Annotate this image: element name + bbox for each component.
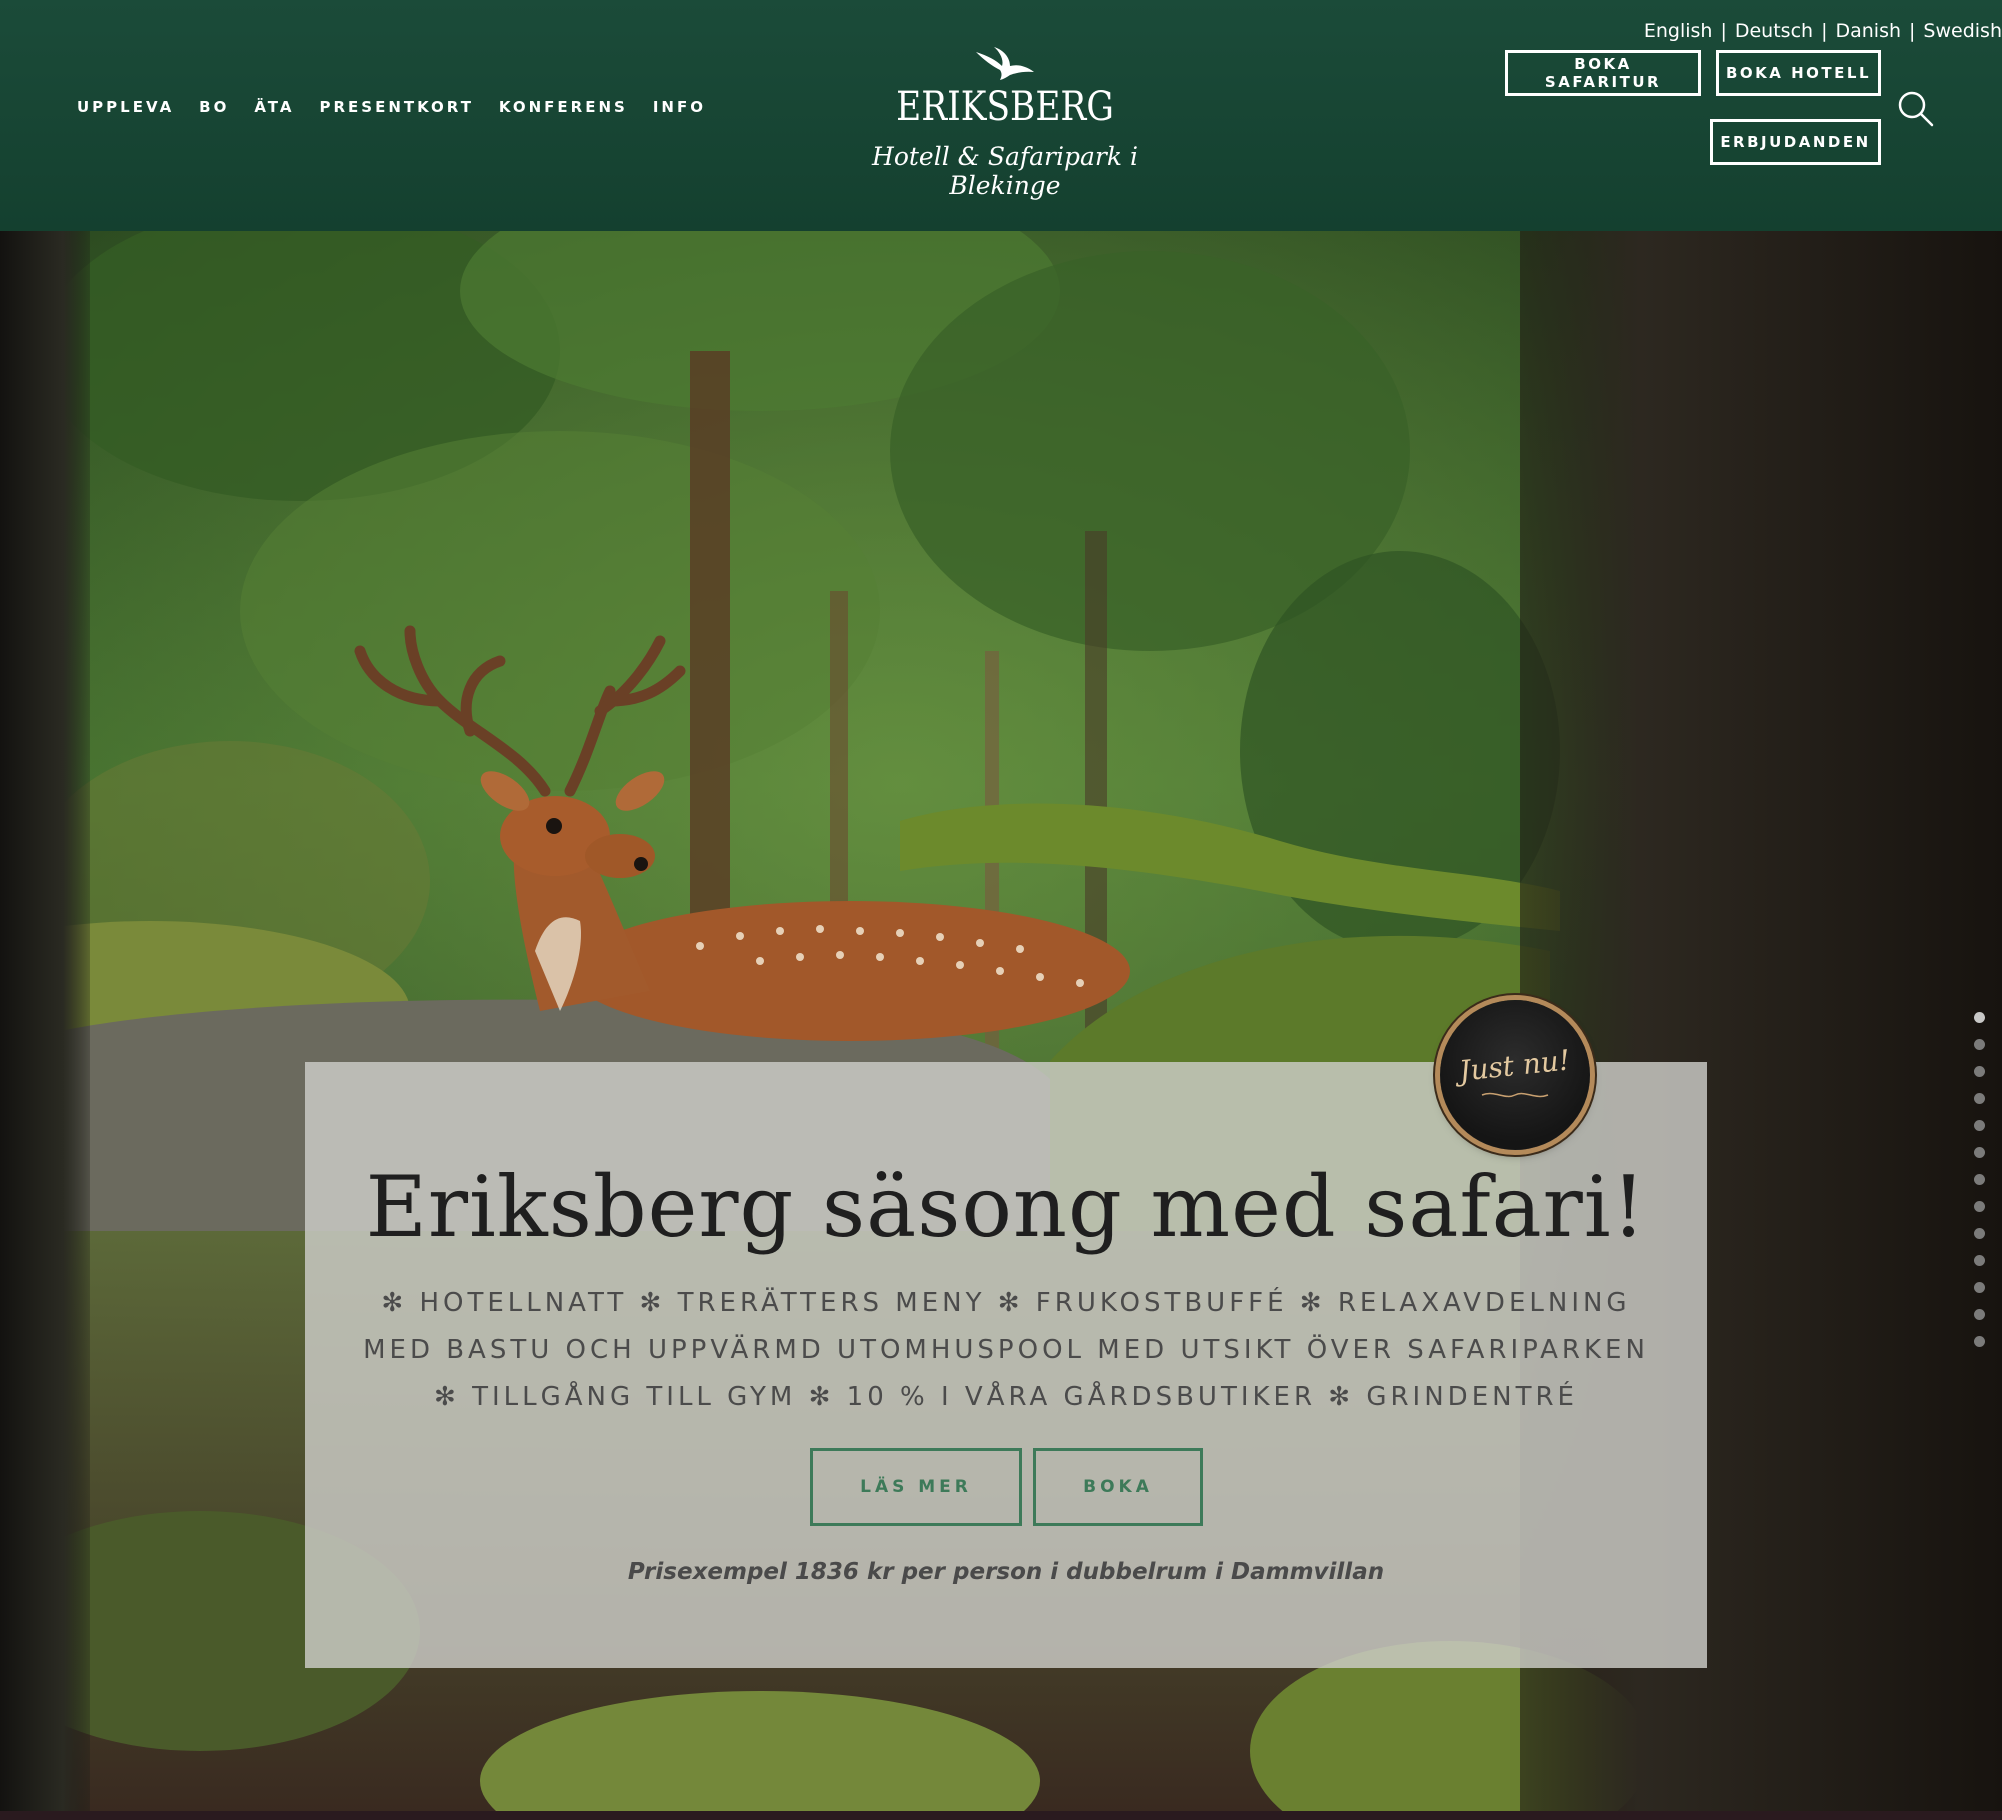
- nav-presentkort[interactable]: PRESENTKORT: [319, 98, 473, 116]
- lang-deutsch[interactable]: Deutsch: [1735, 20, 1813, 42]
- lang-danish[interactable]: Danish: [1835, 20, 1901, 42]
- slide-dot[interactable]: [1974, 1228, 1985, 1239]
- search-icon[interactable]: [1897, 90, 1935, 128]
- read-more-button[interactable]: LÄS MER: [810, 1448, 1022, 1526]
- main-nav: UPPLEVA BO ÄTA PRESENTKORT KONFERENS INF…: [77, 98, 731, 116]
- just-now-badge: Just nu!: [1440, 1000, 1590, 1150]
- nav-ata[interactable]: ÄTA: [254, 98, 294, 116]
- book-safari-button[interactable]: BOKA SAFARITUR: [1505, 50, 1701, 96]
- nav-bo[interactable]: BO: [199, 98, 229, 116]
- offer-features: ✻ HOTELLNATT ✻ TRERÄTTERS MENY ✻ FRUKOST…: [363, 1288, 1649, 1412]
- nav-info[interactable]: INFO: [653, 98, 706, 116]
- price-example: Prisexempel 1836 kr per person i dubbelr…: [627, 1559, 1385, 1585]
- offers-button[interactable]: ERBJUDANDEN: [1710, 119, 1881, 165]
- slide-indicator: [1974, 1012, 1985, 1363]
- slide-dot[interactable]: [1974, 1066, 1985, 1077]
- book-button[interactable]: BOKA: [1033, 1448, 1203, 1526]
- nav-uppleva[interactable]: UPPLEVA: [77, 98, 174, 116]
- slide-dot[interactable]: [1974, 1120, 1985, 1131]
- eagle-icon: [976, 47, 1034, 80]
- lang-swedish[interactable]: Swedish: [1923, 20, 2002, 42]
- slide-dot[interactable]: [1974, 1039, 1985, 1050]
- language-switcher: English | Deutsch | Danish | Swedish: [1643, 20, 2002, 42]
- badge-text: Just nu!: [1458, 1042, 1572, 1088]
- site-logo[interactable]: ERIKSBERG Hotell & Safaripark i Blekinge: [820, 46, 1190, 200]
- slide-dot[interactable]: [1974, 1309, 1985, 1320]
- slide-dot[interactable]: [1974, 1012, 1985, 1023]
- logo-name: ERIKSBERG: [896, 84, 1114, 130]
- lang-english[interactable]: English: [1644, 20, 1713, 42]
- offer-panel: Eriksberg säsong med safari! ✻ HOTELLNAT…: [305, 1062, 1707, 1668]
- book-hotel-button[interactable]: BOKA HOTELL: [1716, 50, 1881, 96]
- site-header: English | Deutsch | Danish | Swedish UPPLEVA B…: [0, 0, 2002, 231]
- slide-dot[interactable]: [1974, 1147, 1985, 1158]
- slide-dot[interactable]: [1974, 1201, 1985, 1212]
- slide-dot[interactable]: [1974, 1174, 1985, 1185]
- slide-dot[interactable]: [1974, 1255, 1985, 1266]
- slide-dot[interactable]: [1974, 1093, 1985, 1104]
- slide-dot[interactable]: [1974, 1336, 1985, 1347]
- offer-title: Eriksberg säsong med safari!: [365, 1158, 1647, 1256]
- logo-tagline: Hotell & Safaripark i Blekinge: [872, 142, 1138, 200]
- nav-konferens[interactable]: KONFERENS: [499, 98, 628, 116]
- slide-dot[interactable]: [1974, 1282, 1985, 1293]
- page-bottom-strip: [0, 1811, 2002, 1820]
- flourish-icon: [1481, 1092, 1549, 1097]
